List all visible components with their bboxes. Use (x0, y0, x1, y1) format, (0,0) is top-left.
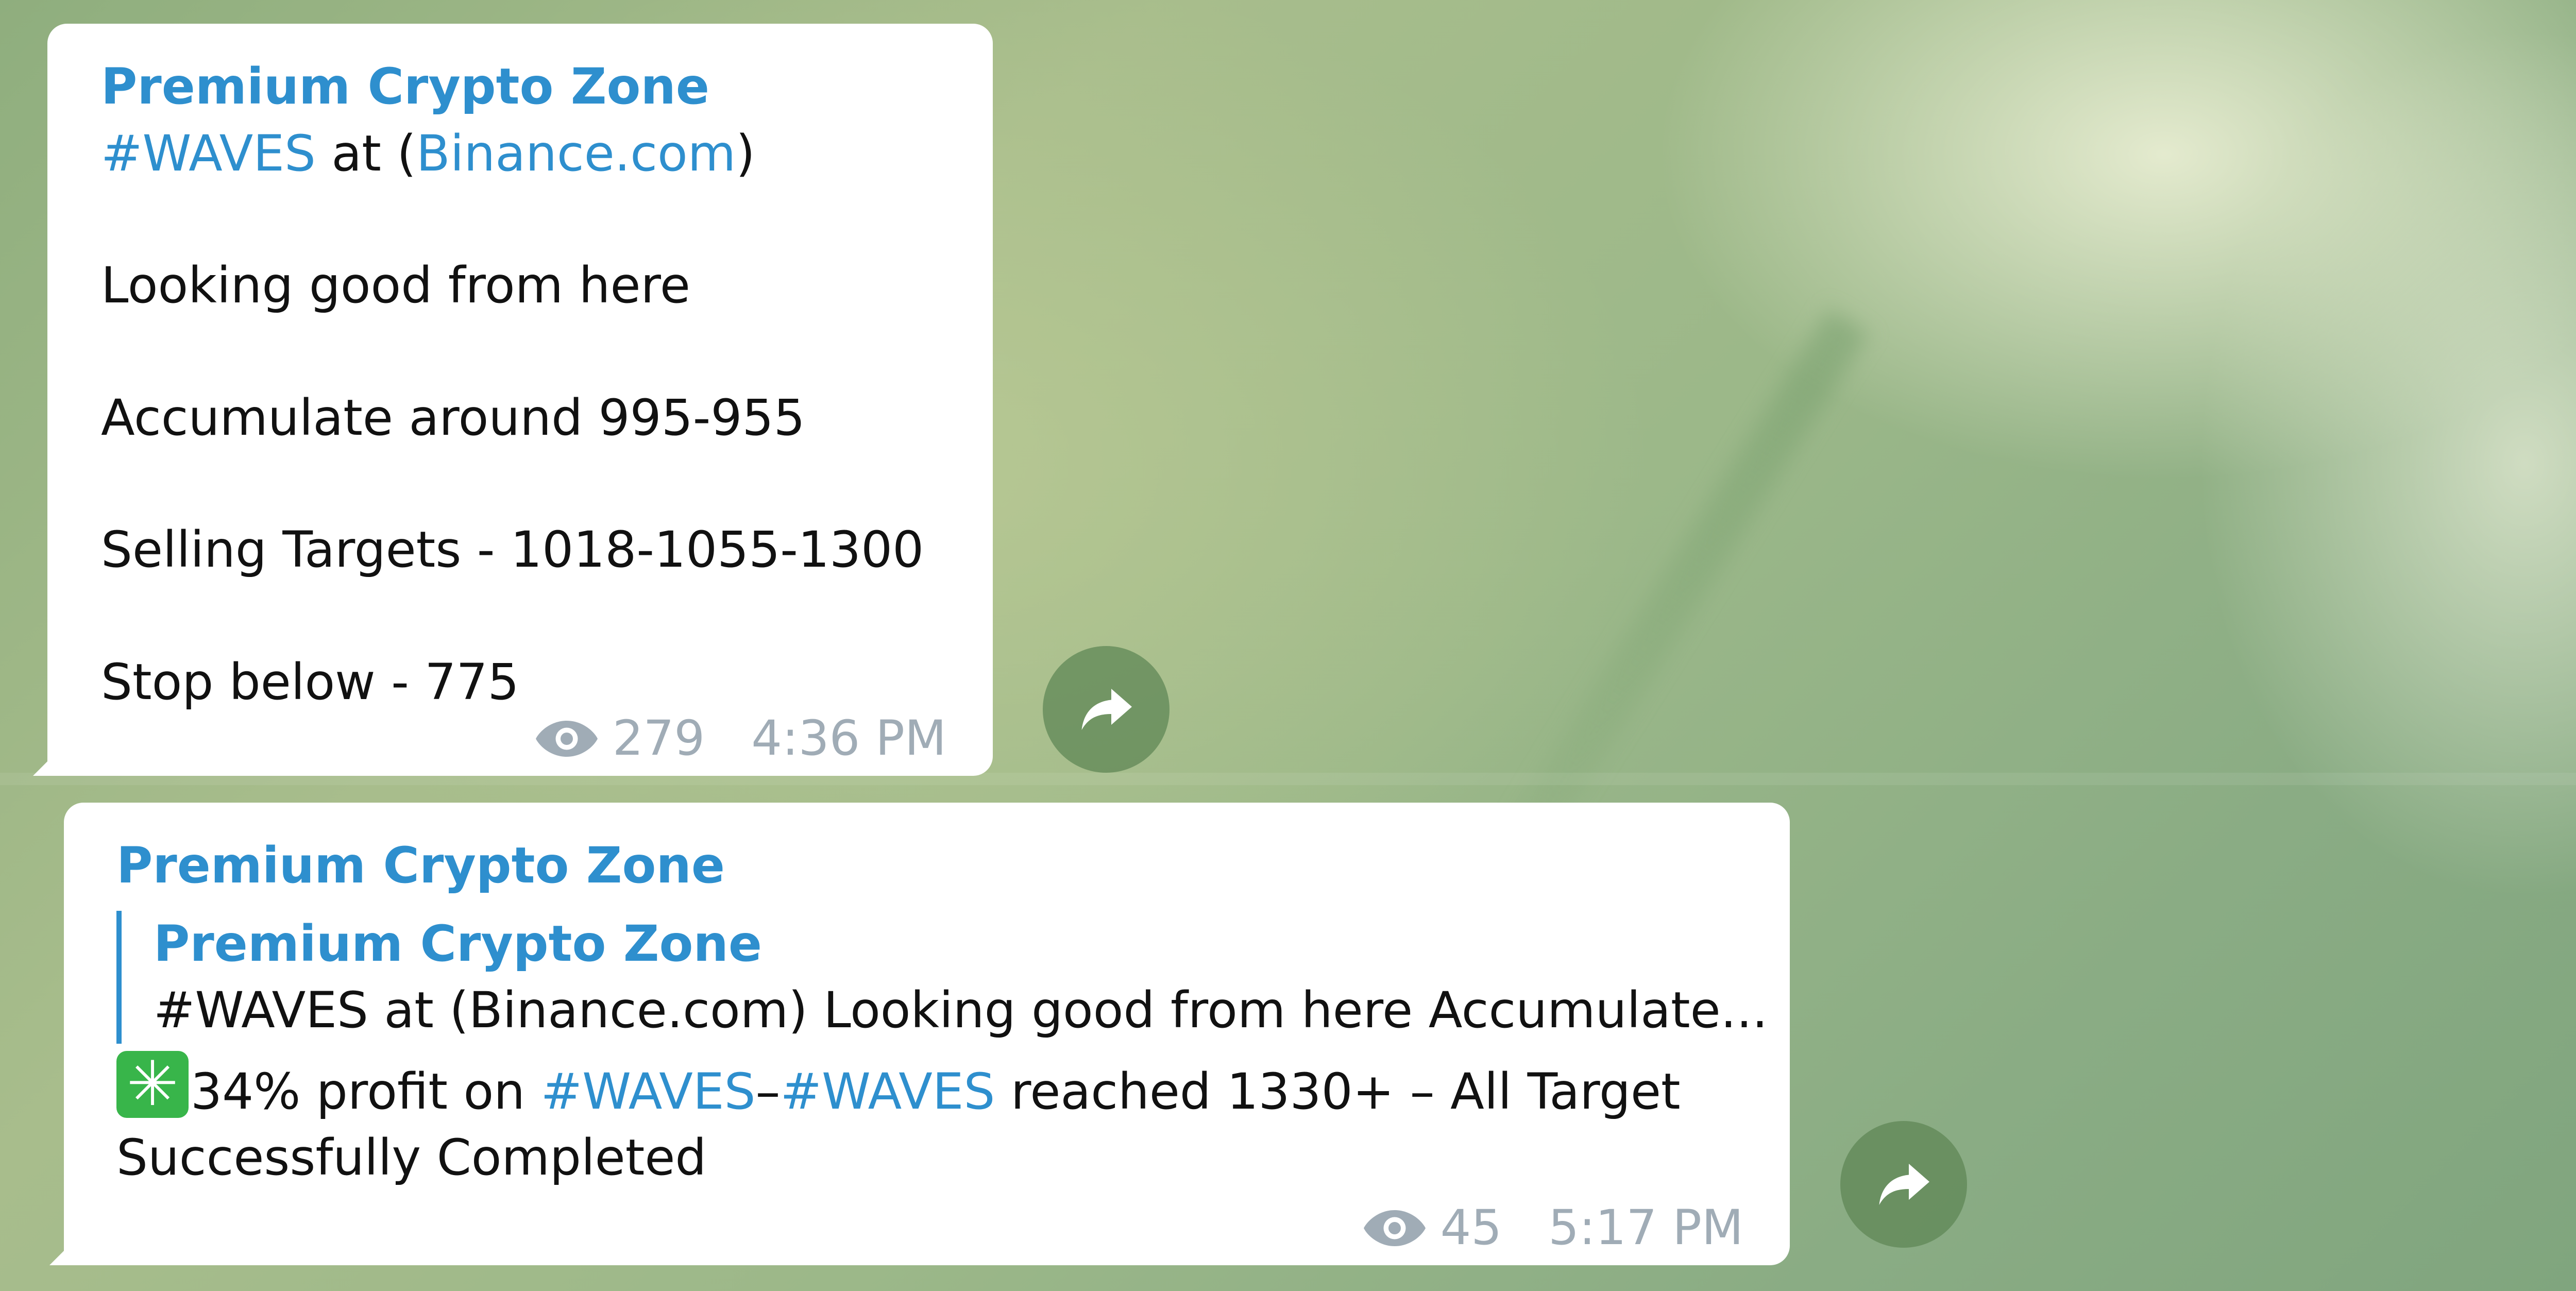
view-count: 279 (612, 710, 705, 767)
message-bubble[interactable]: Premium Crypto Zone Premium Crypto Zone … (49, 803, 1790, 1265)
text-fragment: 34% profit on (191, 1062, 541, 1120)
message-line: ✳ 34% profit on #WAVES–#WAVES reached 133… (116, 1048, 1737, 1125)
message-time: 5:17 PM (1548, 1200, 1743, 1256)
message-time: 4:36 PM (751, 710, 946, 767)
hashtag-link[interactable]: #WAVES (781, 1063, 995, 1120)
message-bubble[interactable]: Premium Crypto Zone #WAVES at (Binance.c… (33, 24, 993, 776)
share-arrow-icon (1879, 1164, 1929, 1205)
view-count: 45 (1440, 1200, 1502, 1256)
text-fragment: at ( (315, 124, 416, 182)
message-line: Stop below - 775 (101, 653, 519, 711)
message-text: #WAVES at (Binance.com) Looking good fro… (101, 121, 939, 716)
reply-quote[interactable]: Premium Crypto Zone #WAVES at (Binance.c… (116, 910, 1768, 1044)
message-author[interactable]: Premium Crypto Zone (116, 833, 1737, 899)
message-text: ✳ 34% profit on #WAVES–#WAVES reached 133… (116, 1048, 1737, 1191)
message-line: Successfully Completed (116, 1129, 707, 1187)
eye-icon (1363, 1210, 1426, 1246)
text-fragment: – (755, 1062, 781, 1120)
share-button[interactable] (1840, 1121, 1967, 1248)
hashtag-link[interactable]: #WAVES (101, 125, 316, 182)
share-button[interactable] (1043, 646, 1170, 773)
bubble-tail (49, 1236, 78, 1265)
eye-icon (535, 720, 598, 757)
share-arrow-icon (1081, 689, 1132, 730)
message-line: Accumulate around 995-955 (101, 388, 805, 447)
message-line: #WAVES at (Binance.com) (101, 121, 939, 187)
eight-spoked-asterisk-icon: ✳ (116, 1048, 189, 1120)
text-fragment: reached 1330+ – All Target (995, 1062, 1681, 1120)
message-line: Selling Targets - 1018-1055-1300 (101, 521, 924, 579)
message-meta: 45 5:17 PM (1361, 1200, 1743, 1256)
message-author[interactable]: Premium Crypto Zone (101, 54, 939, 121)
message-meta: 279 4:36 PM (533, 710, 946, 767)
reply-snippet: #WAVES at (Binance.com) Looking good fro… (154, 981, 1768, 1040)
emoji-glyph: ✳ (126, 1048, 179, 1120)
reply-author: Premium Crypto Zone (154, 914, 762, 973)
message-line: Looking good from here (101, 257, 690, 315)
hashtag-link[interactable]: #WAVES (541, 1063, 756, 1120)
binance-link[interactable]: Binance.com (416, 125, 736, 182)
bubble-tail (33, 747, 62, 776)
text-fragment: ) (736, 124, 755, 182)
